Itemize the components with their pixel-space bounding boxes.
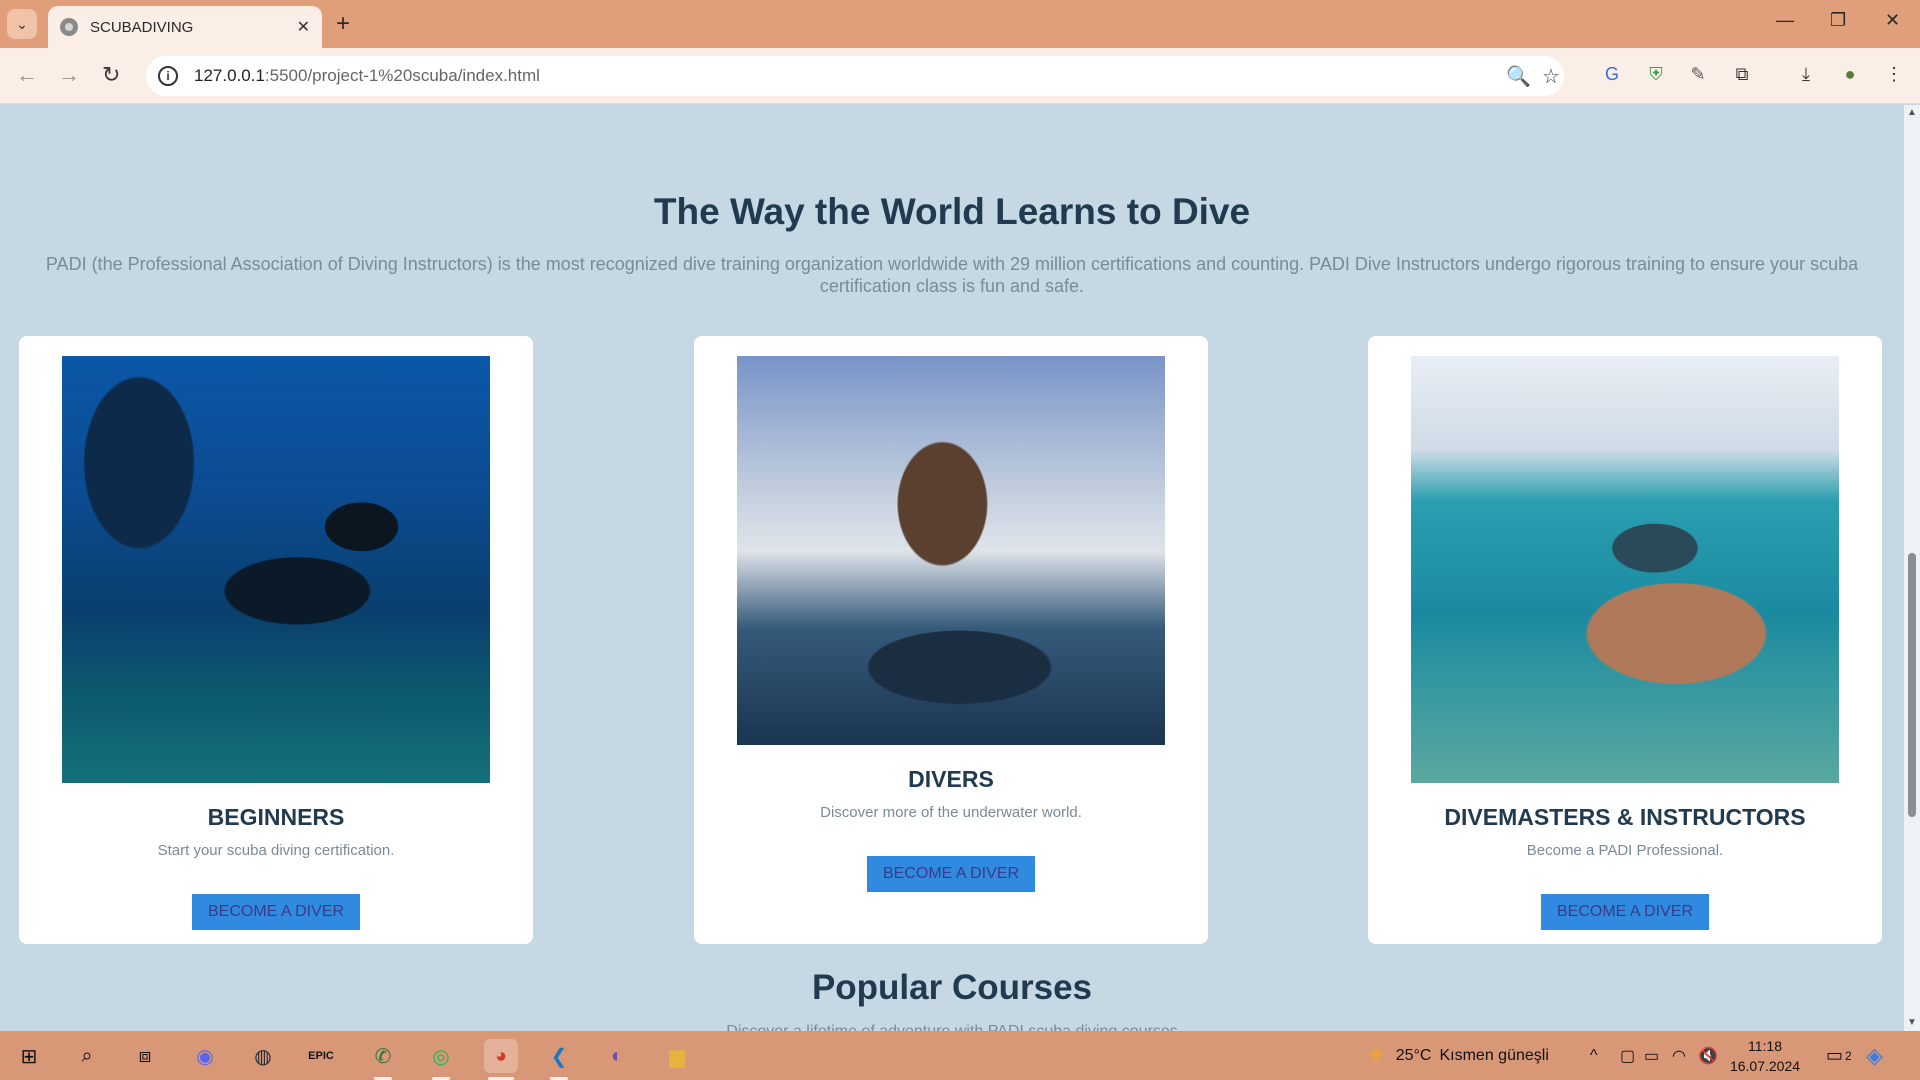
close-window-button[interactable]: ✕ <box>1885 10 1900 31</box>
vscode-icon[interactable]: ❮ <box>542 1039 576 1073</box>
device-icon[interactable]: ▢ <box>1620 1031 1635 1080</box>
chat-bubble-icon: ▭ <box>1826 1045 1844 1065</box>
steam-icon[interactable]: ◍ <box>246 1039 280 1073</box>
chrome-icon[interactable]: ◕ <box>484 1039 518 1073</box>
extensions-icon[interactable]: ⧉ <box>1730 62 1754 86</box>
forward-button[interactable]: → <box>58 62 80 88</box>
tab-scubadiving[interactable]: SCUBADIVING ✕ <box>48 6 322 48</box>
scroll-down-arrow-icon[interactable]: ▼ <box>1907 1017 1917 1028</box>
card-title: BEGINNERS <box>207 804 345 830</box>
volume-muted-icon[interactable]: 🔇 <box>1698 1031 1718 1080</box>
card-beginners: BEGINNERS Start your scuba diving certif… <box>19 336 533 944</box>
battery-icon[interactable]: ▭ <box>1644 1031 1659 1080</box>
card-title: DIVEMASTERS & INSTRUCTORS <box>1444 804 1806 830</box>
clock-time: 11:18 <box>1748 1038 1782 1054</box>
tray-chevron-icon[interactable]: ^ <box>1590 1031 1598 1080</box>
reload-button[interactable]: ↻ <box>102 62 120 88</box>
download-icon[interactable]: ⤓ <box>1794 62 1818 86</box>
section-subtitle: Discover a lifetime of adventure with PA… <box>0 1023 1904 1031</box>
become-diver-button[interactable]: BECOME A DIVER <box>192 894 360 930</box>
card-text: Start your scuba diving certification. <box>157 842 395 859</box>
wifi-icon[interactable]: ◠ <box>1672 1031 1686 1080</box>
notification-center-icon[interactable]: ▭ 2 <box>1826 1031 1852 1080</box>
taskbar: ⊞ ⌕ ⧈ ◉ ◍ EPIC ✆ ◎ ◕ ❮ ◐ ▆ ☀ 25°C Kısmen… <box>0 1031 1920 1080</box>
discord-icon[interactable]: ◉ <box>188 1039 222 1073</box>
copilot-icon[interactable]: ◈ <box>1866 1031 1883 1080</box>
pen-icon[interactable]: ✎ <box>1686 62 1710 86</box>
vertical-scrollbar[interactable]: ▲ ▼ <box>1904 105 1920 1031</box>
page-viewport: The Way the World Learns to Dive PADI (t… <box>0 105 1904 1031</box>
weather-text: Kısmen güneşli <box>1439 1046 1549 1064</box>
translate-icon[interactable]: G <box>1600 62 1624 86</box>
scroll-up-arrow-icon[interactable]: ▲ <box>1907 107 1917 118</box>
windows-start-icon[interactable]: ⊞ <box>12 1039 46 1073</box>
back-button[interactable]: ← <box>16 62 38 88</box>
card-image-diver <box>62 356 490 783</box>
minimize-button[interactable]: — <box>1776 10 1794 31</box>
file-explorer-icon[interactable]: ▆ <box>660 1039 694 1073</box>
menu-icon[interactable]: ⋮ <box>1882 62 1906 86</box>
url-path: :5500/project-1%20scuba/index.html <box>264 66 540 85</box>
info-icon[interactable]: i <box>158 66 178 86</box>
url-text: 127.0.0.1:5500/project-1%20scuba/index.h… <box>194 66 540 86</box>
weather-temp: 25°C <box>1395 1046 1432 1064</box>
browser-toolbar: ← → ↻ i 127.0.0.1:5500/project-1%20scuba… <box>0 48 1920 104</box>
address-bar[interactable]: i 127.0.0.1:5500/project-1%20scuba/index… <box>146 56 1564 96</box>
spotify-icon[interactable]: ◎ <box>424 1039 458 1073</box>
scrollbar-thumb[interactable] <box>1908 553 1916 817</box>
card-image-freediver <box>737 356 1165 745</box>
shield-icon[interactable]: ⛨ <box>1644 62 1668 86</box>
card-text: Become a PADI Professional. <box>1526 842 1724 859</box>
card-title: DIVERS <box>908 766 994 792</box>
chevron-down-icon: ⌄ <box>16 15 28 32</box>
page-title: The Way the World Learns to Dive <box>653 191 1251 232</box>
card-divemasters: DIVEMASTERS & INSTRUCTORS Become a PADI … <box>1368 336 1882 944</box>
become-diver-button[interactable]: BECOME A DIVER <box>1541 894 1709 930</box>
clock[interactable]: 11:18 16.07.2024 <box>1720 1036 1810 1076</box>
card-image-snorkeler <box>1411 356 1839 783</box>
zoom-icon[interactable]: 🔍 <box>1506 64 1531 89</box>
url-host: 127.0.0.1 <box>194 66 265 85</box>
search-icon[interactable]: ⌕ <box>70 1039 104 1073</box>
bookmark-star-icon[interactable]: ☆ <box>1542 64 1560 89</box>
tab-bar: ⌄ SCUBADIVING ✕ + — ❐ ✕ <box>0 0 1920 48</box>
github-icon[interactable]: ◐ <box>600 1039 634 1073</box>
close-icon[interactable]: ✕ <box>297 17 310 37</box>
restore-button[interactable]: ❐ <box>1830 10 1846 31</box>
new-tab-button[interactable]: + <box>336 10 350 38</box>
weather-icon: ☀ <box>1366 1042 1386 1068</box>
intro-text: PADI (the Professional Association of Di… <box>45 254 1859 296</box>
clock-date: 16.07.2024 <box>1729 1058 1801 1074</box>
card-divers: DIVERS Discover more of the underwater w… <box>694 336 1208 944</box>
whatsapp-icon[interactable]: ✆ <box>366 1039 400 1073</box>
globe-icon <box>60 18 78 36</box>
card-text: Discover more of the underwater world. <box>820 804 1082 821</box>
become-diver-button[interactable]: BECOME A DIVER <box>867 856 1035 892</box>
notification-count: 2 <box>1845 1048 1852 1063</box>
epic-games-icon[interactable]: EPIC <box>304 1039 338 1073</box>
profile-avatar-icon[interactable]: ● <box>1838 62 1862 86</box>
task-view-icon[interactable]: ⧈ <box>128 1039 162 1073</box>
tab-search-button[interactable]: ⌄ <box>7 9 37 39</box>
section-title-popular-courses: Popular Courses <box>811 968 1093 1007</box>
weather-widget[interactable]: ☀ 25°C Kısmen güneşli <box>1366 1031 1549 1080</box>
tab-title: SCUBADIVING <box>90 18 194 36</box>
